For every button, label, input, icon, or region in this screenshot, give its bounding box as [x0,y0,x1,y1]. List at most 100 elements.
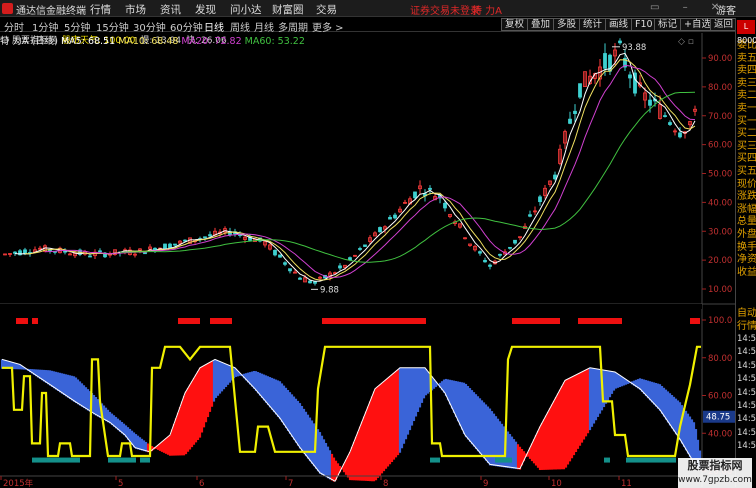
side-item[interactable]: 涨幅 [737,204,756,215]
side-item[interactable]: 14:56 [737,361,756,372]
candle-body [88,255,92,258]
low-price-label: 9.88 [320,285,339,295]
overlay-button[interactable]: 叠加 [527,18,555,31]
ma10-label: MA10: 68.48 [118,36,179,47]
candle-body [573,110,577,114]
draw-button[interactable]: 画线 [605,18,633,31]
candle-body [313,281,317,284]
side-tag: L 8000 [737,20,756,45]
candle-body [308,280,312,284]
side-item[interactable]: 现价 [737,179,756,190]
ind-tick-label: 40.00 [708,429,732,439]
side-item[interactable]: 卖三 [737,78,756,89]
x-tick-label: 9 [483,479,488,487]
menu-caifuquan[interactable]: 财富圈 [272,2,304,17]
period-1min[interactable]: 1分钟 [32,19,58,34]
period-monthly[interactable]: 月线 [254,19,274,34]
side-item[interactable]: 收益 [737,267,756,278]
top-signal-bar [16,318,28,324]
candle-body [668,122,672,125]
menu-hangqing[interactable]: 行情 [90,2,111,17]
bottom-signal-bar [626,457,676,463]
candle-body [23,249,27,254]
multi-stock-button[interactable]: 多股 [553,18,581,31]
side-item[interactable]: 卖二 [737,90,756,101]
candle-body [363,244,367,247]
period-5min[interactable]: 5分钟 [64,19,90,34]
side-item[interactable]: 总量 [737,216,756,227]
bottom-signal-bar [430,457,440,463]
menu-faxian[interactable]: 发现 [195,2,216,17]
side-item[interactable]: 行情 [737,321,756,332]
back-button[interactable]: 返回 [710,18,738,31]
period-daily[interactable]: 日线 [204,19,224,34]
candle-body [378,227,382,233]
side-item[interactable]: 外盘 [737,229,756,240]
side-item[interactable]: 买二 [737,128,756,139]
menu-jiaoyi[interactable]: 交易 [316,2,337,17]
period-15min[interactable]: 15分钟 [96,19,129,34]
menu-wenxiaoda[interactable]: 问小达 [230,2,262,17]
price-tick-label: 20.00 [708,256,732,266]
side-item[interactable]: 14:56 [737,374,756,385]
period-30min[interactable]: 30分钟 [133,19,166,34]
mark-button[interactable]: 标记 [654,18,682,31]
ind-tick-label: 60.00 [708,392,732,402]
side-item[interactable]: 卖一 [737,103,756,114]
candle-body [283,262,287,265]
period-60min[interactable]: 60分钟 [170,19,203,34]
side-item[interactable]: 自动 [737,308,756,319]
menu-zixun[interactable]: 资讯 [160,2,181,17]
x-tick-label: 10 [551,479,562,487]
candle-body [288,268,292,272]
candle-body [678,132,682,138]
side-item[interactable]: 14:56 [737,414,756,425]
candle-body [428,187,432,190]
bottom-signal-bar [108,457,136,463]
side-item[interactable]: 14:56 [737,347,756,358]
candle-body [508,246,512,249]
side-item[interactable]: 14:56 [737,388,756,399]
candle-body [298,277,302,280]
app-logo-icon [2,3,13,14]
stats-button[interactable]: 统计 [579,18,607,31]
side-item[interactable]: 买三 [737,141,756,152]
side-item[interactable]: 14:56 [737,401,756,412]
price-tick-label: 70.00 [708,112,732,122]
side-item[interactable]: 换手 [737,242,756,253]
period-weekly[interactable]: 周线 [230,19,250,34]
f10-button[interactable]: F10 [631,18,657,31]
side-item[interactable]: 14:56 [737,441,756,452]
side-item[interactable]: 买五 [737,166,756,177]
top-signal-bar [690,318,700,324]
login-status[interactable]: 证券交易未登录 [410,2,480,17]
fuquan-button[interactable]: 复权 [501,18,529,31]
x-tick-label: 2015年 [3,478,34,487]
menu-shichang[interactable]: 市场 [125,2,146,17]
chart-area[interactable]: 93.889.88◇ ▫ 股票指标网 股市天气: 100.00 慢: 13.94 快:… [0,33,735,487]
guest-label[interactable]: 游客 [716,2,736,17]
candle-body [393,214,397,219]
x-tick-label: 6 [199,479,204,487]
period-more[interactable]: 更多 > [312,19,344,34]
side-item[interactable]: 14:56 [737,334,756,345]
x-tick-label: 5 [118,479,123,487]
high-price-label: 93.88 [622,43,646,53]
candle-body [183,239,187,242]
x-tick-label: 7 [288,479,293,487]
period-fenshi[interactable]: 分时 [4,19,24,34]
side-item[interactable]: 买四 [737,153,756,164]
menu-bar: 通达信金融终端 行情 市场 资讯 发现 问小达 财富圈 交易 证券交易未登录 特… [0,0,756,17]
period-toolbar: 分时 1分钟 5分钟 15分钟 30分钟 60分钟 日线 周线 月线 多周期 更… [0,18,756,34]
side-item[interactable]: 卖四 [737,65,756,76]
side-item[interactable]: 涨跌 [737,191,756,202]
side-item[interactable]: 14:56 [737,428,756,439]
side-item[interactable]: 净资 [737,254,756,265]
top-signal-bar [578,318,622,324]
period-multi[interactable]: 多周期 [278,19,308,34]
bottom-signal-bar [140,457,150,463]
candle-body [338,265,342,269]
side-item[interactable]: 买一 [737,116,756,127]
side-item[interactable]: 卖五 [737,53,756,64]
ma60-label: MA60: 53.22 [244,36,305,47]
